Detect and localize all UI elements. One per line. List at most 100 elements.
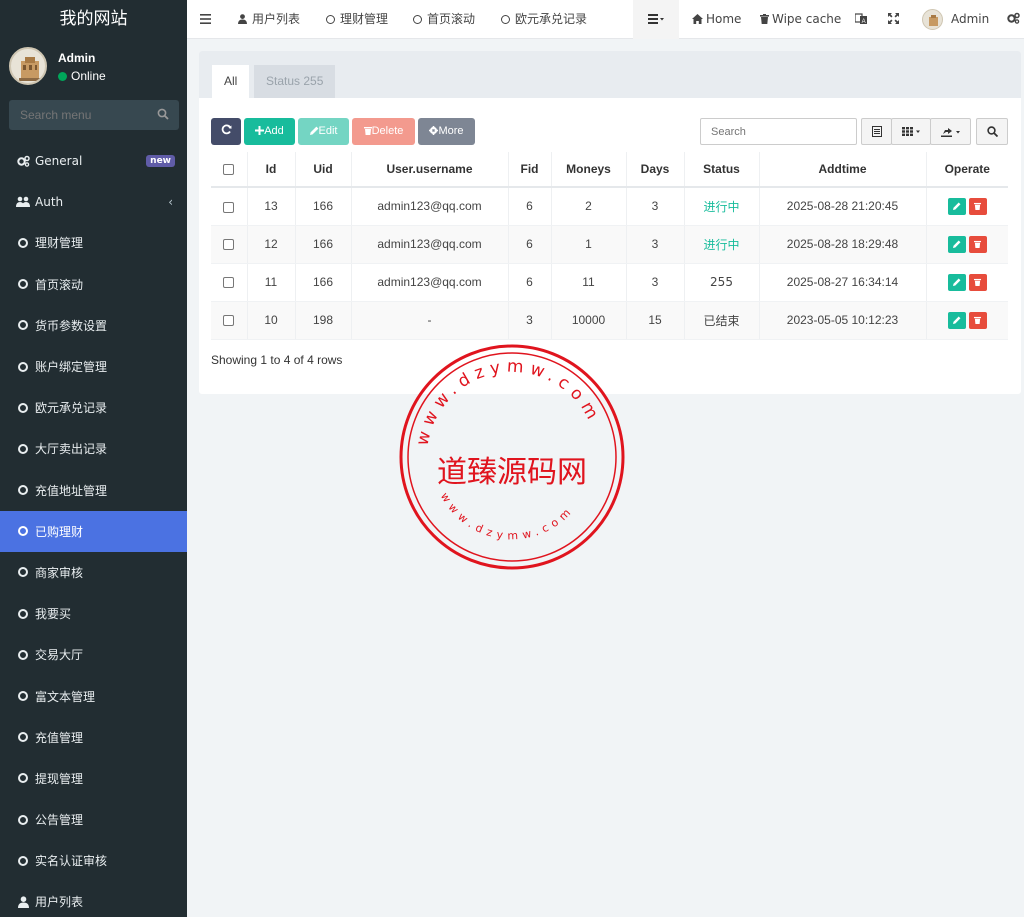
column-username[interactable]: User.username [351, 152, 509, 188]
sidebar-item-buy[interactable]: 我要买 [0, 593, 187, 634]
column-moneys[interactable]: Moneys [551, 152, 627, 188]
sidebar-item-account-binding[interactable]: 账户绑定管理 [0, 346, 187, 387]
admin-menu[interactable]: Admin [922, 0, 989, 39]
row-edit-button[interactable] [947, 197, 966, 215]
data-table: Id Uid User.username Fid Moneys Days Sta… [211, 152, 1008, 340]
row-delete-button[interactable] [968, 197, 987, 215]
row-delete-button[interactable] [968, 311, 987, 329]
circle-icon [18, 443, 28, 454]
tab-licai[interactable]: 理财管理 [326, 0, 388, 39]
status-badge: 已结束 [684, 301, 760, 340]
sidebar-item-notice[interactable]: 公告管理 [0, 799, 187, 840]
sidebar-item-purchased[interactable]: 已购理财 [0, 510, 187, 552]
row-checkbox[interactable] [211, 301, 248, 340]
circle-icon [18, 649, 28, 660]
trash-icon [363, 127, 372, 135]
sidebar-item-general[interactable]: General new [0, 140, 187, 181]
plus-icon [255, 126, 265, 135]
sidebar-item-trading-hall[interactable]: 交易大厅 [0, 634, 187, 675]
user-icon [16, 896, 30, 908]
row-delete-button[interactable] [968, 273, 987, 291]
tab-all[interactable]: All [212, 65, 250, 98]
sidebar-item-realname[interactable]: 实名认证审核 [0, 840, 187, 881]
home-link[interactable]: Home [692, 0, 741, 39]
circle-icon [18, 773, 28, 784]
column-status[interactable]: Status [684, 152, 760, 188]
sidebar-search [9, 100, 179, 130]
top-navbar: 用户列表 理财管理 首页滚动 欧元承兑记录 Home Wipe cache A … [187, 0, 1024, 39]
search-icon[interactable] [157, 108, 169, 123]
row-edit-button[interactable] [947, 235, 966, 253]
export-button[interactable] [930, 118, 971, 145]
row-edit-button[interactable] [947, 311, 966, 329]
trash-icon [760, 14, 769, 24]
site-logo[interactable]: 我的网站 [0, 0, 187, 39]
row-edit-button[interactable] [947, 273, 966, 291]
row-checkbox[interactable] [211, 187, 248, 226]
seal-center-text: 道臻源码网 [437, 455, 587, 490]
nav-dropdown[interactable] [633, 0, 679, 39]
sidebar-item-user-list[interactable]: 用户列表 [0, 881, 187, 917]
user-panel: Admin Online [0, 43, 187, 93]
user-name: Admin [58, 51, 96, 65]
column-id[interactable]: Id [247, 152, 296, 188]
column-days[interactable]: Days [626, 152, 685, 188]
toggle-view-button[interactable] [861, 118, 892, 145]
list-icon [871, 126, 882, 137]
add-button[interactable]: Add [244, 118, 295, 145]
sidebar-item-richtext[interactable]: 富文本管理 [0, 675, 187, 716]
tab-scroll[interactable]: 首页滚动 [413, 0, 475, 39]
admin-avatar [922, 9, 943, 30]
row-checkbox[interactable] [211, 263, 248, 302]
column-operate: Operate [926, 152, 1008, 188]
tab-euro[interactable]: 欧元承兑记录 [501, 0, 587, 39]
language-icon[interactable]: A [854, 0, 867, 39]
circle-icon [326, 15, 335, 24]
circle-icon [18, 526, 28, 537]
circle-icon [18, 402, 28, 413]
sidebar: 我的网站 Admin Online General new [0, 0, 187, 917]
sidebar-item-currency[interactable]: 货币参数设置 [0, 305, 187, 346]
sidebar-item-auth[interactable]: Auth ‹ [0, 181, 187, 222]
sidebar-item-merchant[interactable]: 商家审核 [0, 552, 187, 593]
edit-button[interactable]: Edit [298, 118, 349, 145]
circle-icon [501, 15, 510, 24]
delete-button[interactable]: Delete [352, 118, 415, 145]
tab-user-list[interactable]: 用户列表 [238, 0, 300, 39]
table-row: 11 166 admin123@qq.com 6 11 3 255 2025-0… [211, 263, 1008, 302]
refresh-button[interactable] [211, 118, 241, 145]
columns-button[interactable] [891, 118, 931, 145]
menu-search-input[interactable] [9, 100, 149, 130]
circle-icon [18, 320, 28, 331]
circle-icon [18, 608, 28, 619]
trash-icon [974, 240, 982, 248]
table-row: 10 198 - 3 10000 15 已结束 2023-05-05 10:12… [211, 301, 1008, 340]
trash-icon [974, 278, 982, 286]
row-delete-button[interactable] [968, 235, 987, 253]
column-uid[interactable]: Uid [295, 152, 352, 188]
sidebar-item-recharge[interactable]: 充值管理 [0, 717, 187, 758]
circle-icon [18, 691, 28, 702]
wipe-cache-button[interactable]: Wipe cache [760, 0, 841, 39]
column-addtime[interactable]: Addtime [759, 152, 927, 188]
menu-toggle-icon[interactable] [200, 0, 211, 39]
settings-cogs-icon[interactable] [1007, 0, 1020, 39]
panel-tabs: All Status 255 [199, 51, 1021, 98]
select-all-checkbox[interactable] [211, 152, 248, 188]
column-fid[interactable]: Fid [508, 152, 552, 188]
sidebar-item-withdraw[interactable]: 提现管理 [0, 758, 187, 799]
sidebar-item-scroll[interactable]: 首页滚动 [0, 264, 187, 305]
more-button[interactable]: More [418, 118, 475, 145]
table-search-input[interactable] [700, 118, 857, 145]
sidebar-item-deposit-address[interactable]: 充值地址管理 [0, 470, 187, 511]
sidebar-item-hall-sell[interactable]: 大厅卖出记录 [0, 428, 187, 469]
user-status: Online [58, 69, 106, 83]
row-checkbox[interactable] [211, 225, 248, 264]
fullscreen-icon[interactable] [888, 0, 899, 39]
sidebar-item-euro[interactable]: 欧元承兑记录 [0, 387, 187, 428]
export-icon [940, 127, 960, 137]
sidebar-item-licai[interactable]: 理财管理 [0, 222, 187, 263]
advanced-search-button[interactable] [976, 118, 1008, 145]
trash-icon [974, 316, 982, 324]
tab-status-255[interactable]: Status 255 [254, 65, 336, 98]
